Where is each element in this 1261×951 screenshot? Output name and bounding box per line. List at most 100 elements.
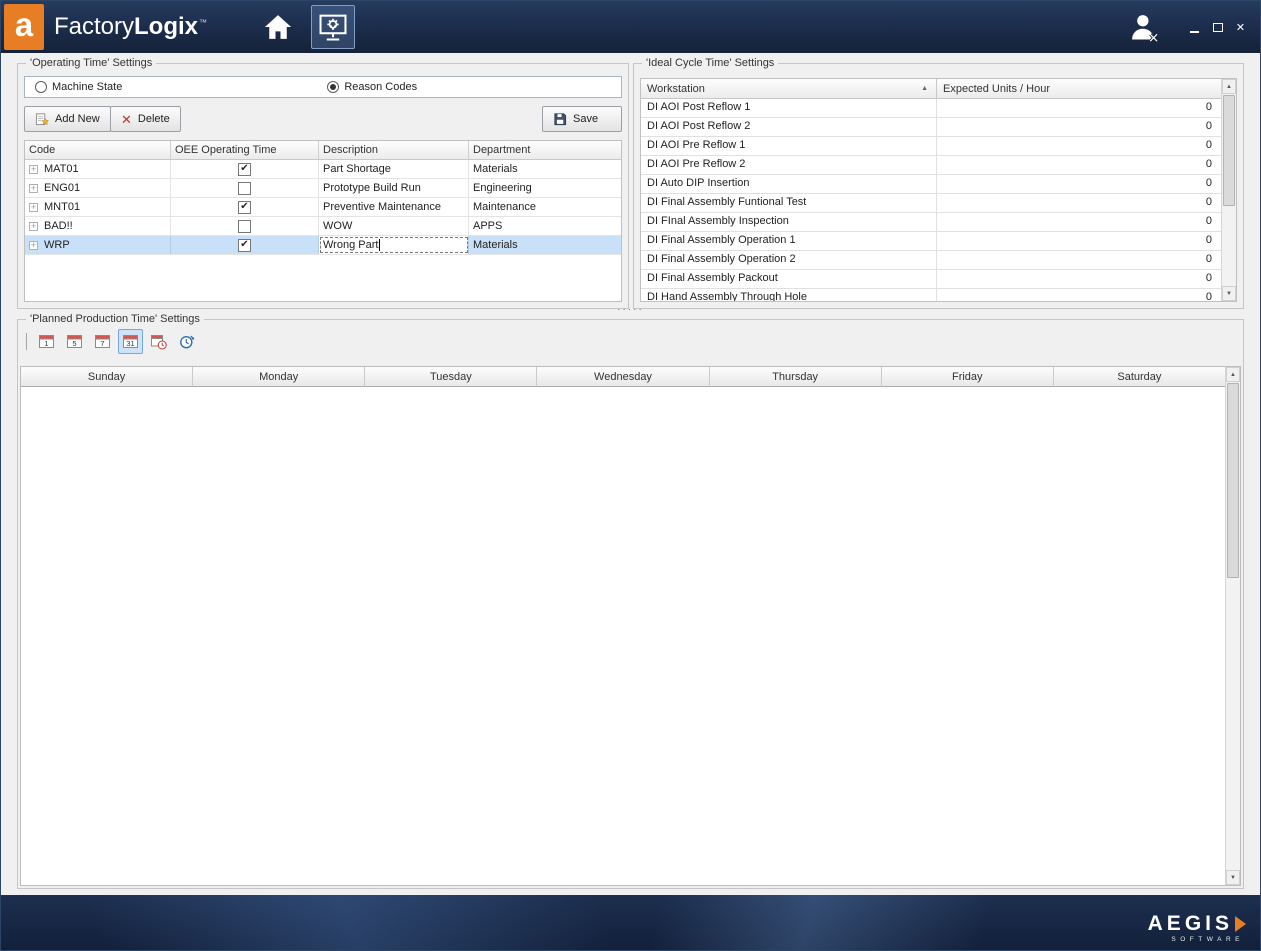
- work-week-view-button[interactable]: 5: [62, 329, 87, 354]
- expected-units-cell[interactable]: 0: [937, 156, 1221, 174]
- machine-state-radio[interactable]: Machine State: [35, 81, 122, 93]
- oee-operating-time-cell[interactable]: [171, 217, 319, 235]
- scroll-thumb[interactable]: [1223, 95, 1235, 206]
- oee-checkbox[interactable]: ✔: [238, 239, 251, 252]
- oee-checkbox[interactable]: [238, 220, 251, 233]
- description-cell[interactable]: Prototype Build Run: [319, 179, 469, 197]
- workstation-cell[interactable]: DI Hand Assembly Through Hole: [641, 289, 937, 301]
- add-new-button[interactable]: Add New: [24, 106, 111, 132]
- column-header-workstation[interactable]: Workstation ▲: [641, 79, 937, 98]
- scroll-down-icon[interactable]: ▼: [1222, 286, 1236, 301]
- oee-checkbox[interactable]: ✔: [238, 163, 251, 176]
- expected-units-cell[interactable]: 0: [937, 213, 1221, 231]
- workstation-cell[interactable]: DI FInal Assembly Inspection: [641, 213, 937, 231]
- close-button[interactable]: ✕: [1229, 18, 1252, 36]
- calendar-scrollbar[interactable]: ▲ ▼: [1225, 367, 1240, 885]
- code-cell[interactable]: +BAD!!: [25, 217, 171, 235]
- expected-units-cell[interactable]: 0: [937, 137, 1221, 155]
- row-expand-icon[interactable]: +: [29, 165, 38, 174]
- expected-units-cell[interactable]: 0: [937, 232, 1221, 250]
- expected-units-cell[interactable]: 0: [937, 99, 1221, 117]
- reason-codes-radio[interactable]: Reason Codes: [327, 81, 417, 93]
- column-header-oee-operating-time[interactable]: OEE Operating Time: [171, 141, 319, 159]
- scroll-thumb[interactable]: [1227, 383, 1239, 578]
- row-expand-icon[interactable]: +: [29, 222, 38, 231]
- workstation-row[interactable]: DI Final Assembly Packout0: [641, 270, 1221, 289]
- oee-operating-time-cell[interactable]: [171, 179, 319, 197]
- oee-checkbox[interactable]: ✔: [238, 201, 251, 214]
- reason-code-row-eng01[interactable]: +ENG01 Prototype Build RunEngineering: [25, 179, 621, 198]
- workstation-cell[interactable]: DI AOI Post Reflow 2: [641, 118, 937, 136]
- row-expand-icon[interactable]: +: [29, 203, 38, 212]
- department-cell[interactable]: Materials: [469, 236, 621, 254]
- row-expand-icon[interactable]: +: [29, 241, 38, 250]
- reason-code-row-mat01[interactable]: +MAT01 ✔ Part ShortageMaterials: [25, 160, 621, 179]
- workstation-cell[interactable]: DI AOI Pre Reflow 2: [641, 156, 937, 174]
- home-button[interactable]: [257, 6, 299, 48]
- ideal-table-scrollbar[interactable]: ▲ ▼: [1221, 79, 1236, 301]
- day-view-button[interactable]: 1: [34, 329, 59, 354]
- reason-code-row-bad[interactable]: +BAD!! WOWAPPS: [25, 217, 621, 236]
- user-logout-button[interactable]: [1125, 9, 1163, 45]
- department-cell[interactable]: Engineering: [469, 179, 621, 197]
- scroll-up-icon[interactable]: ▲: [1222, 79, 1236, 94]
- department-cell[interactable]: Maintenance: [469, 198, 621, 216]
- workstation-row[interactable]: DI Final Assembly Operation 20: [641, 251, 1221, 270]
- timeline-view-button[interactable]: [146, 329, 171, 354]
- workstation-row[interactable]: DI FInal Assembly Inspection0: [641, 213, 1221, 232]
- expected-units-cell[interactable]: 0: [937, 118, 1221, 136]
- expected-units-cell[interactable]: 0: [937, 194, 1221, 212]
- expected-units-cell[interactable]: 0: [937, 289, 1221, 301]
- workstation-cell[interactable]: DI Final Assembly Operation 2: [641, 251, 937, 269]
- minimize-button[interactable]: [1183, 18, 1206, 36]
- code-cell[interactable]: +MAT01: [25, 160, 171, 178]
- department-cell[interactable]: Materials: [469, 160, 621, 178]
- department-cell[interactable]: APPS: [469, 217, 621, 235]
- code-cell[interactable]: +WRP: [25, 236, 171, 254]
- column-header-expected-units[interactable]: Expected Units / Hour: [937, 79, 1221, 98]
- scroll-track[interactable]: [1226, 382, 1240, 870]
- scroll-down-icon[interactable]: ▼: [1226, 870, 1240, 885]
- workstation-row[interactable]: DI AOI Post Reflow 10: [641, 99, 1221, 118]
- scroll-up-icon[interactable]: ▲: [1226, 367, 1240, 382]
- workstation-cell[interactable]: DI AOI Post Reflow 1: [641, 99, 937, 117]
- description-cell[interactable]: Preventive Maintenance: [319, 198, 469, 216]
- month-view-button[interactable]: 31: [118, 329, 143, 354]
- workstation-row[interactable]: DI AOI Pre Reflow 20: [641, 156, 1221, 175]
- code-cell[interactable]: +MNT01: [25, 198, 171, 216]
- expected-units-cell[interactable]: 0: [937, 175, 1221, 193]
- oee-operating-time-cell[interactable]: ✔: [171, 160, 319, 178]
- oee-operating-time-cell[interactable]: ✔: [171, 198, 319, 216]
- week-view-button[interactable]: 7: [90, 329, 115, 354]
- workstation-row[interactable]: DI Auto DIP Insertion0: [641, 175, 1221, 194]
- description-cell[interactable]: WOW: [319, 217, 469, 235]
- column-header-description[interactable]: Description: [319, 141, 469, 159]
- scroll-track[interactable]: [1222, 94, 1236, 286]
- workstation-row[interactable]: DI Hand Assembly Through Hole0: [641, 289, 1221, 301]
- expected-units-cell[interactable]: 0: [937, 251, 1221, 269]
- code-cell[interactable]: +ENG01: [25, 179, 171, 197]
- workstation-row[interactable]: DI Final Assembly Operation 10: [641, 232, 1221, 251]
- column-header-code[interactable]: Code: [25, 141, 171, 159]
- description-cell[interactable]: Part Shortage: [319, 160, 469, 178]
- oee-checkbox[interactable]: [238, 182, 251, 195]
- workstation-row[interactable]: DI Final Assembly Funtional Test0: [641, 194, 1221, 213]
- row-expand-icon[interactable]: +: [29, 184, 38, 193]
- description-cell[interactable]: Wrong Part: [319, 236, 469, 254]
- delete-button[interactable]: ✕ Delete: [110, 106, 181, 132]
- workstation-cell[interactable]: DI AOI Pre Reflow 1: [641, 137, 937, 155]
- equipment-settings-button[interactable]: [311, 5, 355, 49]
- expected-units-cell[interactable]: 0: [937, 270, 1221, 288]
- reason-code-row-wrp[interactable]: +WRP ✔ Wrong PartMaterials: [25, 236, 621, 255]
- workstation-cell[interactable]: DI Final Assembly Packout: [641, 270, 937, 288]
- column-header-department[interactable]: Department: [469, 141, 621, 159]
- recurrence-view-button[interactable]: [174, 329, 199, 354]
- workstation-row[interactable]: DI AOI Post Reflow 20: [641, 118, 1221, 137]
- workstation-row[interactable]: DI AOI Pre Reflow 10: [641, 137, 1221, 156]
- workstation-cell[interactable]: DI Final Assembly Funtional Test: [641, 194, 937, 212]
- oee-operating-time-cell[interactable]: ✔: [171, 236, 319, 254]
- workstation-cell[interactable]: DI Auto DIP Insertion: [641, 175, 937, 193]
- maximize-button[interactable]: [1206, 18, 1229, 36]
- reason-code-row-mnt01[interactable]: +MNT01 ✔ Preventive MaintenanceMaintenance: [25, 198, 621, 217]
- workstation-cell[interactable]: DI Final Assembly Operation 1: [641, 232, 937, 250]
